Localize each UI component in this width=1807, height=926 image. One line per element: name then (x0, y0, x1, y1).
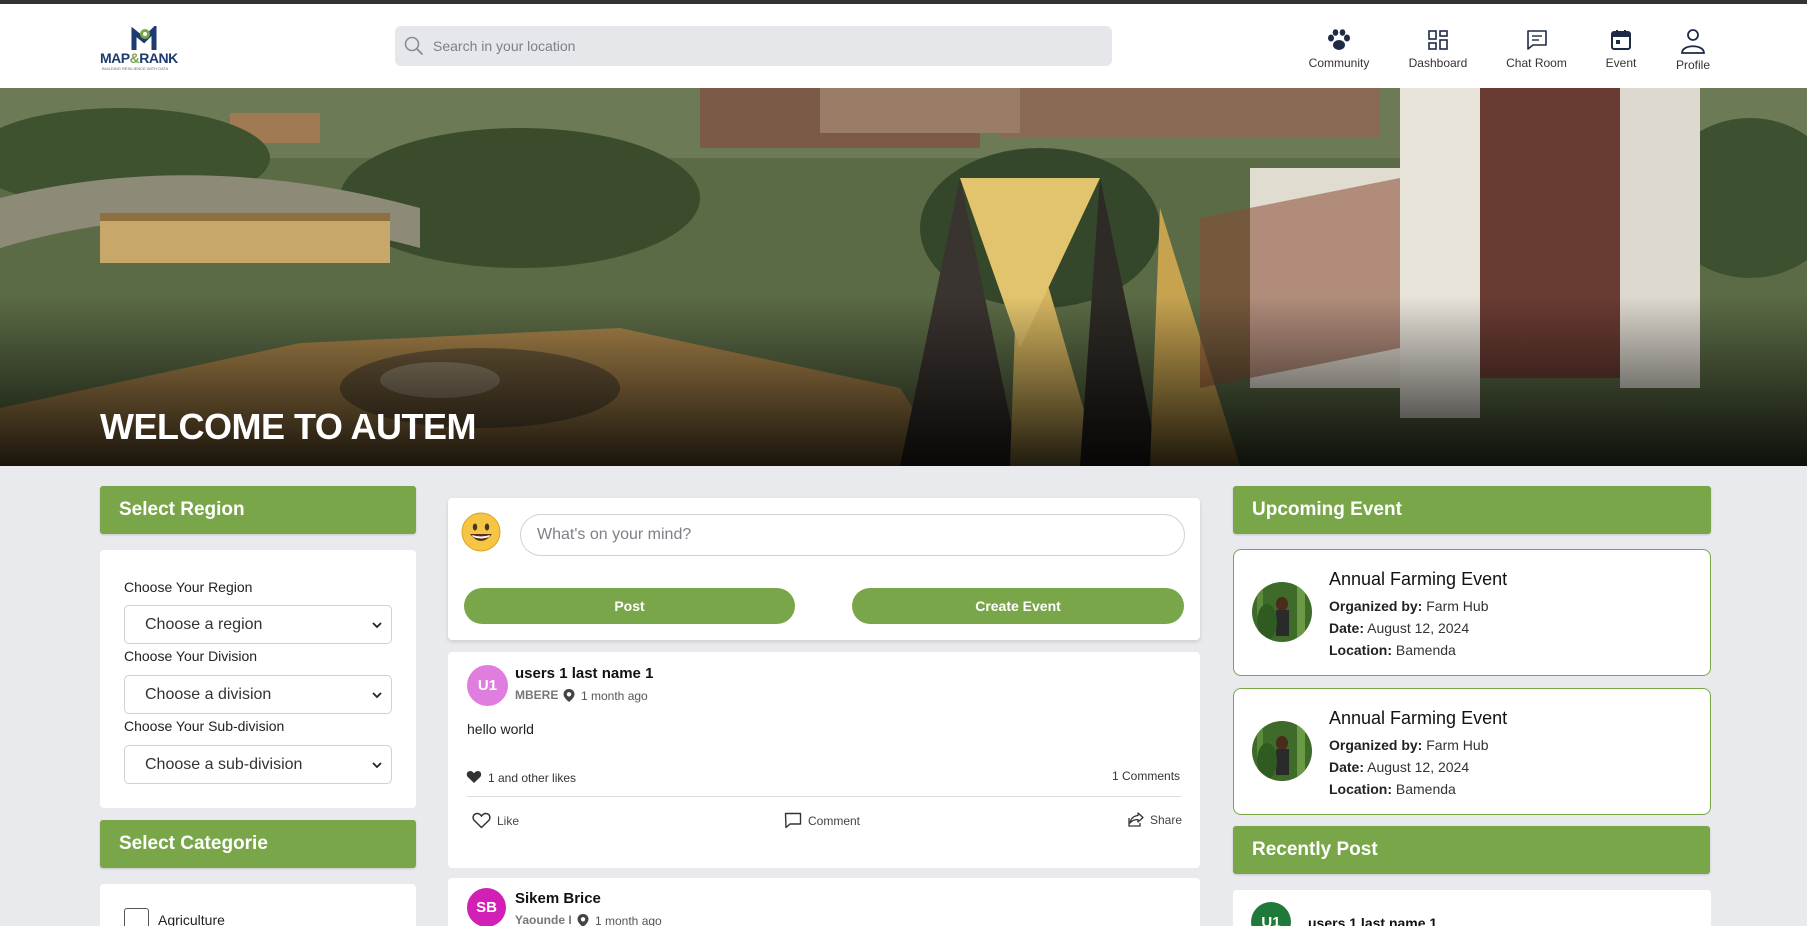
region-select[interactable]: Choose a region (124, 605, 392, 644)
subdivision-select-value: Choose a sub-division (145, 755, 303, 773)
nav-dashboard-label: Dashboard (1408, 56, 1468, 70)
category-filter-card: Agriculture (100, 884, 416, 926)
nav-event-label: Event (1605, 56, 1637, 70)
create-event-button[interactable]: Create Event (852, 588, 1184, 624)
recently-post-header: Recently Post (1233, 826, 1710, 874)
nav-profile[interactable]: Profile (1670, 28, 1716, 78)
division-select-value: Choose a division (145, 685, 272, 703)
post-body: hello world (467, 721, 534, 737)
comment-icon (784, 812, 802, 829)
heart-outline-icon (472, 812, 491, 829)
hero-title: WELCOME TO AUTEM (100, 406, 476, 447)
post-composer: What's on your mind? Post Create Event (448, 498, 1200, 640)
nav-chat-room-label: Chat Room (1506, 56, 1567, 70)
post-location: MBERE (515, 688, 559, 702)
event-location: Location: Bamenda (1329, 781, 1456, 797)
whats-on-your-mind-input[interactable]: What's on your mind? (520, 514, 1185, 556)
post-location: Yaounde I (515, 913, 572, 926)
paw-icon (1328, 29, 1350, 50)
user-icon (1681, 29, 1705, 54)
chat-icon (1526, 30, 1547, 50)
subdivision-select[interactable]: Choose a sub-division (124, 745, 392, 784)
event-organizer: Organized by: Farm Hub (1329, 737, 1489, 753)
search-icon (404, 36, 423, 55)
event-date: Date: August 12, 2024 (1329, 759, 1470, 775)
likes-count[interactable]: 1 and other likes (488, 771, 576, 785)
chevron-down-icon (372, 622, 382, 629)
comments-count[interactable]: 1 Comments (1112, 769, 1180, 783)
post-card: U1 users 1 last name 1 MBERE 1 month ago… (448, 652, 1200, 868)
event-date: Date: August 12, 2024 (1329, 620, 1470, 636)
post-author-name[interactable]: Sikem Brice (515, 890, 601, 907)
author-avatar[interactable]: U1 (467, 665, 508, 706)
category-checkbox-agriculture[interactable] (124, 908, 149, 926)
author-avatar[interactable]: SB (467, 888, 506, 926)
select-category-header: Select Categorie (100, 820, 416, 868)
like-button[interactable]: Like (472, 812, 519, 829)
region-label: Choose Your Region (124, 579, 253, 595)
comment-button[interactable]: Comment (784, 812, 860, 829)
recent-author-avatar[interactable]: U1 (1251, 902, 1291, 926)
event-title: Annual Farming Event (1329, 708, 1508, 728)
share-label: Share (1150, 812, 1183, 827)
division-label: Choose Your Division (124, 648, 258, 664)
chevron-down-icon (372, 762, 382, 769)
recent-post-card[interactable]: U1 users 1 last name 1 (1233, 890, 1711, 926)
smiley-emoji-icon[interactable] (461, 512, 501, 552)
event-card[interactable]: Annual Farming Event Organized by: Farm … (1233, 688, 1711, 815)
calendar-icon (1611, 30, 1631, 50)
category-label-agriculture: Agriculture (158, 912, 225, 926)
chevron-down-icon (372, 692, 382, 699)
search-input[interactable] (433, 26, 1093, 66)
upcoming-event-header: Upcoming Event (1233, 486, 1711, 534)
post-author-name[interactable]: users 1 last name 1 (515, 665, 653, 682)
recent-author-name[interactable]: users 1 last name 1 (1308, 915, 1437, 926)
region-select-value: Choose a region (145, 615, 263, 633)
logo-wordmark: MAP&RANK (100, 50, 178, 66)
post-button[interactable]: Post (464, 588, 795, 624)
event-thumbnail (1252, 721, 1312, 781)
nav-profile-label: Profile (1675, 58, 1710, 72)
hero-banner: WELCOME TO AUTEM (0, 88, 1807, 466)
post-time: 1 month ago (595, 914, 662, 926)
location-pin-icon (577, 914, 589, 926)
heart-filled-icon (466, 770, 482, 783)
region-filter-card: Choose Your Region Choose a region Choos… (100, 550, 416, 808)
nav-event[interactable]: Event (1597, 28, 1645, 78)
share-icon (1128, 812, 1144, 827)
grid-icon (1428, 30, 1448, 50)
comment-label: Comment (808, 813, 861, 828)
select-region-header: Select Region (100, 486, 416, 534)
post-card: SB Sikem Brice Yaounde I 1 month ago (448, 878, 1200, 926)
event-title: Annual Farming Event (1329, 569, 1508, 589)
nav-community-label: Community (1308, 56, 1370, 70)
nav-chat-room[interactable]: Chat Room (1500, 28, 1573, 78)
event-thumbnail (1252, 582, 1312, 642)
event-location: Location: Bamenda (1329, 642, 1456, 658)
nav-dashboard[interactable]: Dashboard (1400, 28, 1476, 78)
logo-tagline: BUILDING RESILIENCE WITH DATA (102, 66, 169, 71)
event-card[interactable]: Annual Farming Event Organized by: Farm … (1233, 549, 1711, 676)
division-select[interactable]: Choose a division (124, 675, 392, 714)
search-bar[interactable] (395, 26, 1112, 66)
location-pin-icon (563, 689, 575, 702)
top-navbar: MAP&RANK BUILDING RESILIENCE WITH DATA C… (0, 0, 1807, 88)
nav-community[interactable]: Community (1300, 28, 1378, 78)
share-button[interactable]: Share (1128, 812, 1182, 827)
event-organizer: Organized by: Farm Hub (1329, 598, 1489, 614)
like-label: Like (497, 813, 520, 828)
subdivision-label: Choose Your Sub-division (124, 718, 285, 734)
post-time: 1 month ago (581, 689, 648, 703)
app-logo[interactable]: MAP&RANK BUILDING RESILIENCE WITH DATA (100, 22, 200, 71)
divider (467, 796, 1181, 797)
